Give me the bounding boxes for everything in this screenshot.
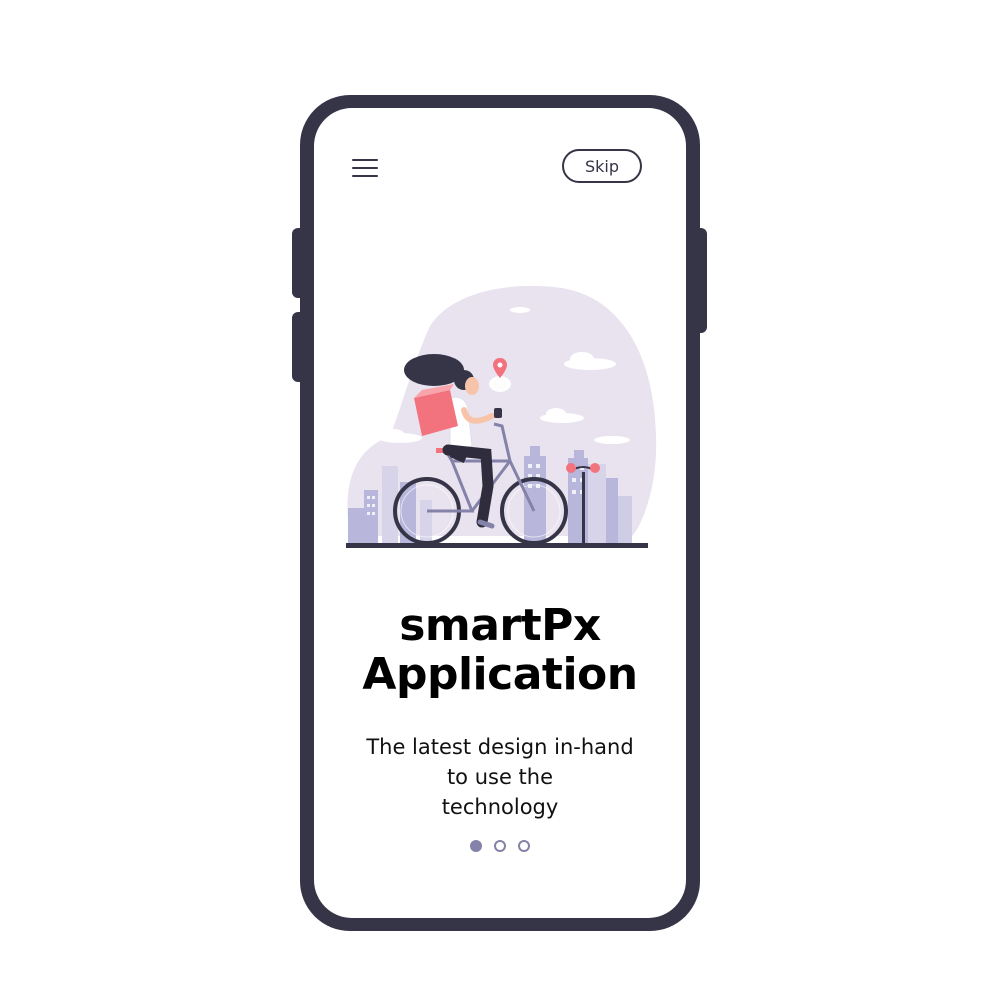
menu-line	[352, 159, 378, 161]
menu-line	[352, 167, 378, 169]
app-title-line: Application	[362, 649, 638, 700]
subtitle-line: technology	[441, 795, 559, 819]
cyclist-city-illustration	[346, 286, 657, 548]
app-subtitle: The latest design in-hand to use the tec…	[350, 732, 650, 822]
phone-frame: Skip smartPx Application The latest desi…	[300, 95, 700, 931]
menu-line	[352, 175, 378, 177]
app-title-line: smartPx	[399, 600, 601, 651]
phone-screen: Skip smartPx Application The latest desi…	[314, 108, 686, 918]
subtitle-line: The latest design in-hand	[366, 735, 634, 759]
skip-button[interactable]: Skip	[562, 149, 642, 183]
page-dot[interactable]	[494, 840, 506, 852]
subtitle-line: to use the	[446, 765, 554, 789]
hamburger-menu-icon[interactable]	[352, 156, 380, 180]
page-dot[interactable]	[470, 840, 482, 852]
ground-line	[346, 543, 648, 548]
page-indicator	[314, 840, 686, 852]
page-dot[interactable]	[518, 840, 530, 852]
app-title: smartPx Application	[314, 601, 686, 699]
